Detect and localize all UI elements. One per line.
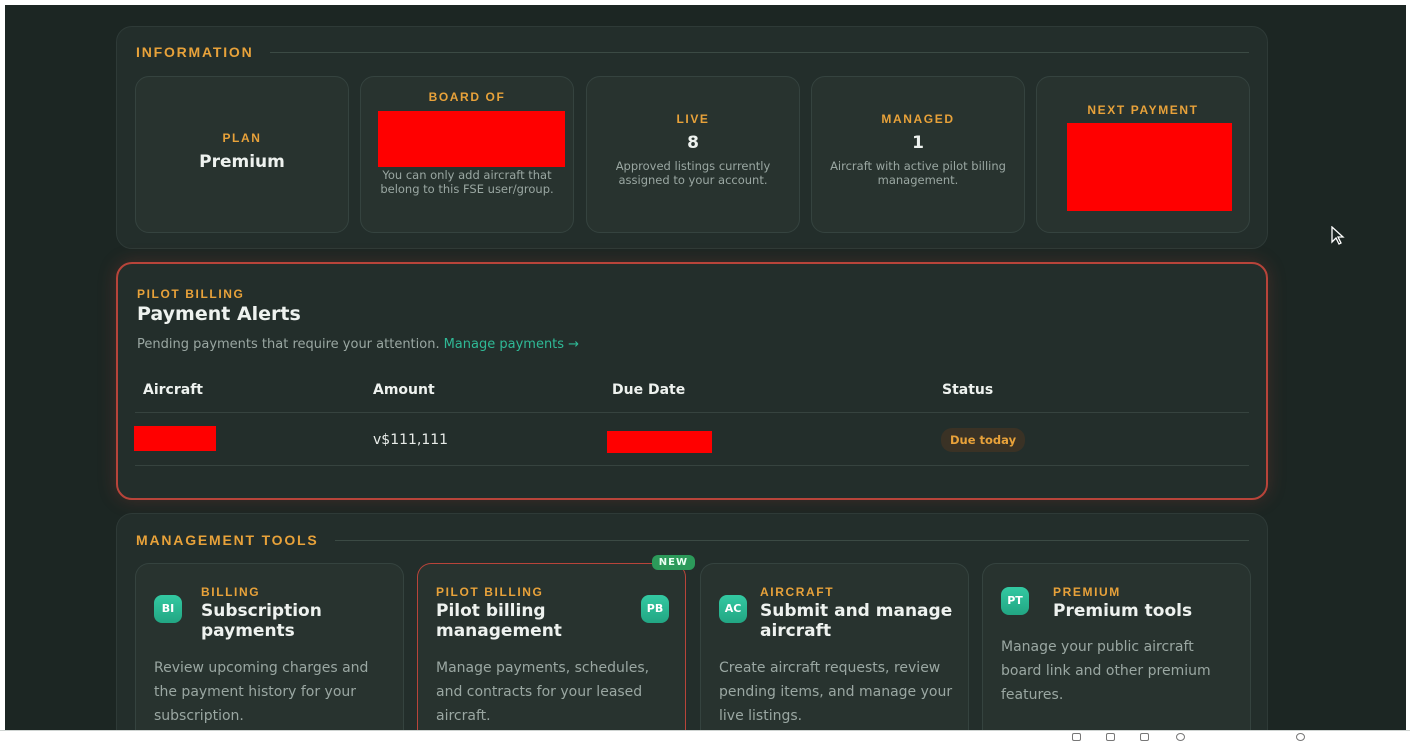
tool-eyebrow: PREMIUM xyxy=(1053,585,1121,599)
managed-value: 1 xyxy=(912,133,924,153)
next-payment-label: NEXT PAYMENT xyxy=(1087,103,1199,117)
column-header-due-date[interactable]: Due Date xyxy=(612,382,685,398)
board-desc: You can only add aircraft that belong to… xyxy=(380,168,554,196)
information-header: INFORMATION xyxy=(136,44,1249,60)
alerts-title: Payment Alerts xyxy=(137,303,301,325)
managed-desc: Aircraft with active pilot billing manag… xyxy=(830,159,1006,187)
redacted-board-name xyxy=(378,111,565,167)
tool-eyebrow: AIRCRAFT xyxy=(760,585,835,599)
tool-card-aircraft[interactable]: AC AIRCRAFT Submit and manage aircraft C… xyxy=(700,563,969,742)
alerts-desc-text: Pending payments that require your atten… xyxy=(137,337,440,352)
tools-title: MANAGEMENT TOOLS xyxy=(136,532,319,548)
tray-icon[interactable] xyxy=(1296,733,1305,741)
header-divider xyxy=(135,412,1249,413)
board-card: BOARD OF You can only add aircraft that … xyxy=(360,76,574,233)
managed-card: MANAGED 1 Aircraft with active pilot bil… xyxy=(811,76,1025,233)
column-header-status[interactable]: Status xyxy=(942,382,993,398)
tool-title: Submit and manage aircraft xyxy=(760,601,953,641)
plan-card: PLAN Premium xyxy=(135,76,349,233)
aircraft-badge-icon: AC xyxy=(719,595,747,623)
redacted-aircraft xyxy=(134,426,216,451)
managed-label: MANAGED xyxy=(881,112,955,126)
next-payment-card: NEXT PAYMENT xyxy=(1036,76,1250,233)
window-top-edge xyxy=(0,0,1410,5)
live-desc: Approved listings currently assigned to … xyxy=(615,159,771,187)
tray-icon[interactable] xyxy=(1106,733,1115,741)
premium-badge-icon: PT xyxy=(1001,587,1029,615)
manage-payments-link[interactable]: Manage payments → xyxy=(444,337,579,352)
tool-description: Create aircraft requests, review pending… xyxy=(719,660,953,724)
row-divider xyxy=(135,465,1249,466)
payment-alerts-panel: PILOT BILLING Payment Alerts Pending pay… xyxy=(116,262,1268,500)
live-value: 8 xyxy=(687,133,699,153)
live-label: LIVE xyxy=(676,112,710,126)
plan-label: PLAN xyxy=(222,131,262,145)
pilot-billing-badge-icon: PB xyxy=(641,595,669,623)
row-amount: v$111,111 xyxy=(373,432,449,448)
tool-card-billing[interactable]: BI BILLING Subscription payments Review … xyxy=(135,563,404,742)
alerts-description: Pending payments that require your atten… xyxy=(137,337,579,352)
column-header-amount[interactable]: Amount xyxy=(373,382,435,398)
plan-value: Premium xyxy=(199,152,285,172)
tool-card-pilot-billing[interactable]: NEW PILOT BILLING Pilot billing manageme… xyxy=(417,555,695,742)
tool-eyebrow: PILOT BILLING xyxy=(436,585,544,599)
tool-title: Subscription payments xyxy=(201,601,322,641)
section-divider xyxy=(334,539,1249,541)
tool-description: Manage payments, schedules, and contract… xyxy=(436,660,650,724)
redacted-due-date xyxy=(607,431,712,453)
alerts-eyebrow: PILOT BILLING xyxy=(137,287,245,301)
tool-description: Manage your public aircraft board link a… xyxy=(1001,639,1211,703)
billing-badge-icon: BI xyxy=(154,595,182,623)
information-panel: INFORMATION PLAN Premium BOARD OF You ca… xyxy=(116,26,1268,249)
mouse-cursor-icon xyxy=(1331,226,1345,245)
new-badge: NEW xyxy=(651,555,695,570)
window-left-edge xyxy=(0,0,5,742)
information-title: INFORMATION xyxy=(136,44,254,60)
tray-icon[interactable] xyxy=(1072,733,1081,741)
status-badge: Due today xyxy=(941,428,1026,452)
tray-icon[interactable] xyxy=(1140,733,1149,741)
tools-header: MANAGEMENT TOOLS xyxy=(136,532,1249,548)
board-label: BOARD OF xyxy=(428,90,506,104)
tool-description: Review upcoming charges and the payment … xyxy=(154,660,369,724)
redacted-next-payment xyxy=(1067,123,1232,211)
live-card: LIVE 8 Approved listings currently assig… xyxy=(586,76,800,233)
management-tools-panel: MANAGEMENT TOOLS BI BILLING Subscription… xyxy=(116,513,1268,742)
section-divider xyxy=(269,51,1249,53)
tool-card-premium[interactable]: PT PREMIUM Premium tools Manage your pub… xyxy=(982,563,1251,742)
tool-title: Pilot billing management xyxy=(436,601,562,641)
tool-title: Premium tools xyxy=(1053,601,1193,621)
column-header-aircraft[interactable]: Aircraft xyxy=(143,382,203,398)
taskbar xyxy=(0,730,1410,742)
tray-icon[interactable] xyxy=(1176,733,1185,741)
window-right-edge xyxy=(1406,0,1410,742)
tool-eyebrow: BILLING xyxy=(201,585,261,599)
